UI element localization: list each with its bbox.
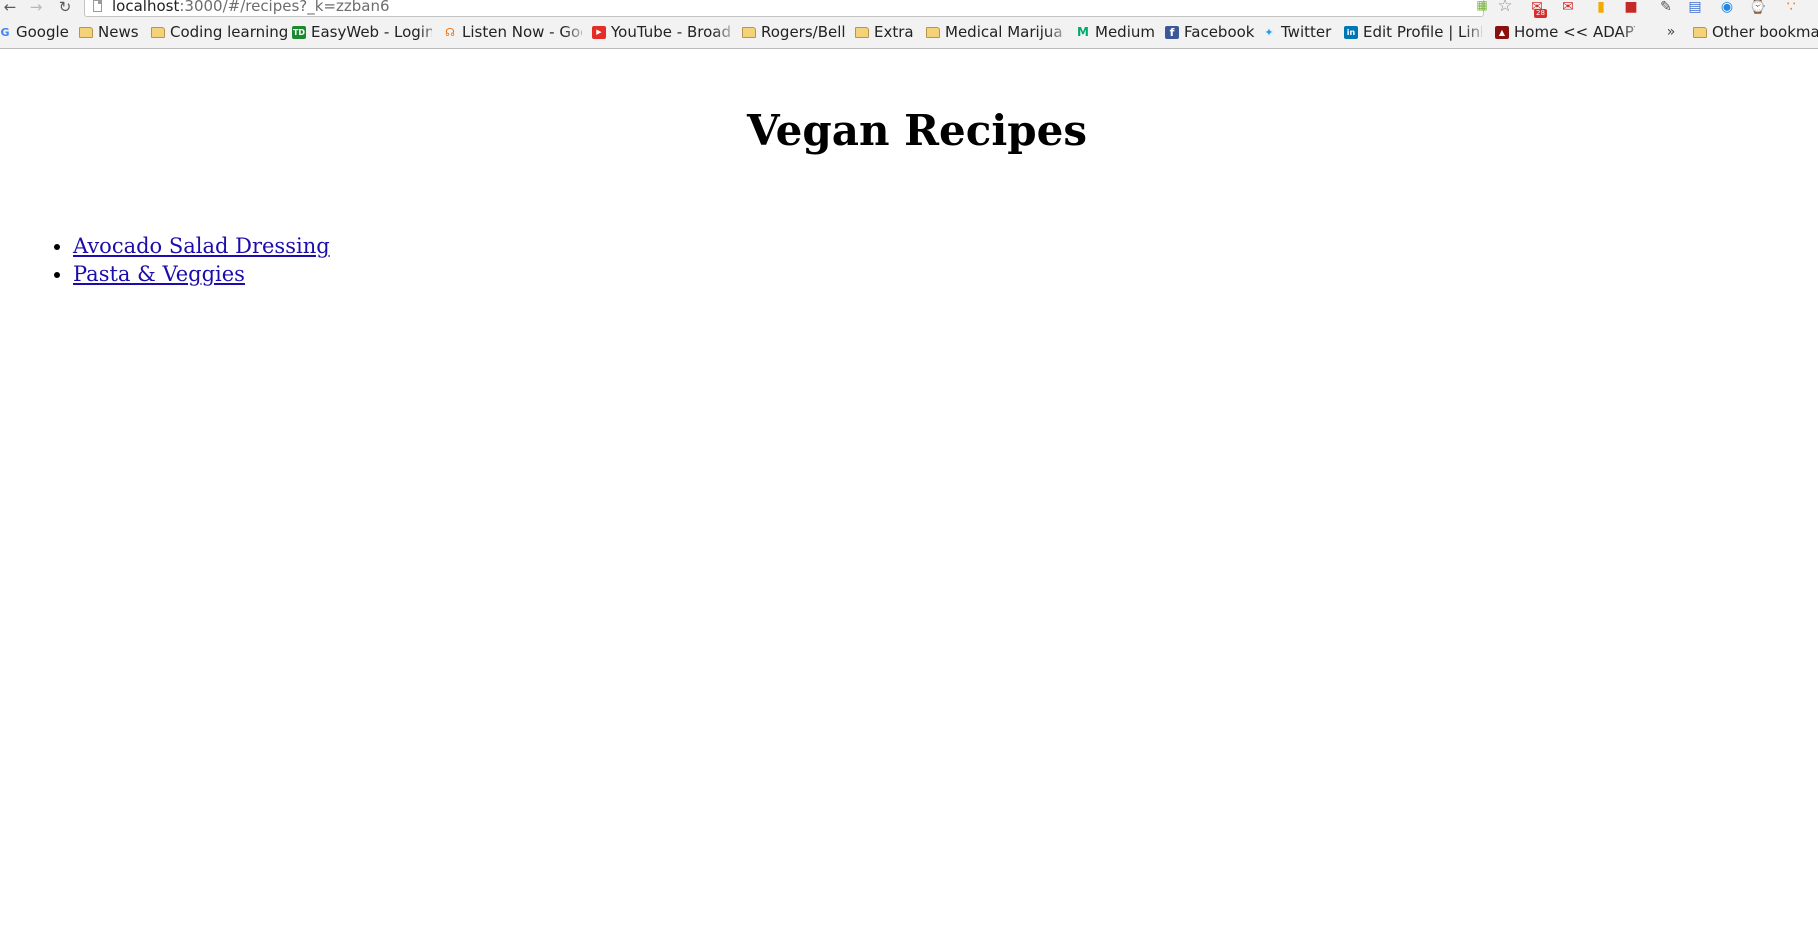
bookmark-youtube[interactable]: ▶ YouTube - Broadc: [592, 23, 731, 42]
forward-arrow-icon[interactable]: →: [26, 0, 46, 16]
bookmark-label: Extra: [874, 23, 914, 41]
bookmarks-overflow-button[interactable]: »: [1664, 23, 1678, 42]
bookmark-label: Edit Profile | Link: [1363, 23, 1482, 41]
recipe-link-pasta-veggies[interactable]: Pasta & Veggies: [73, 262, 245, 286]
folder-icon: [742, 27, 756, 38]
folder-icon: [79, 27, 93, 38]
folder-icon: [151, 27, 165, 38]
page-title: Vegan Recipes: [746, 106, 1088, 155]
url-host: localhost: [112, 0, 180, 15]
td-bank-icon: TD: [292, 26, 306, 39]
page-icon: [93, 0, 102, 12]
bookmark-folder-rogers-bell[interactable]: Rogers/Bell: [742, 23, 848, 42]
url-text[interactable]: localhost:3000/#/recipes?_k=zzban6: [112, 0, 390, 14]
bookmark-medium[interactable]: M Medium: [1076, 23, 1160, 42]
bookmark-folder-extra[interactable]: Extra: [855, 23, 917, 42]
twitter-icon: ✦: [1264, 26, 1274, 39]
bookmark-label: Facebook: [1184, 23, 1255, 41]
bookmark-red-icon[interactable]: ■: [1622, 0, 1640, 15]
facebook-icon: f: [1165, 26, 1179, 39]
reload-icon[interactable]: ↻: [55, 0, 75, 16]
camera-icon[interactable]: ◉: [1718, 0, 1736, 15]
bookmark-twitter[interactable]: ✦ Twitter: [1262, 23, 1344, 42]
google-icon: G: [0, 26, 10, 39]
feedly-icon[interactable]: ▮: [1592, 0, 1610, 15]
bookmark-folder-other-bookmarks[interactable]: Other bookmar: [1693, 23, 1818, 42]
back-arrow-icon[interactable]: ←: [0, 0, 20, 16]
url-path: :3000/#/recipes?_k=zzban6: [179, 0, 390, 15]
list-item: Pasta & Veggies: [73, 260, 330, 288]
bookmark-label: Rogers/Bell: [761, 23, 846, 41]
folder-icon: [926, 27, 940, 38]
timer-icon[interactable]: ⌚: [1749, 0, 1767, 15]
pencil-icon[interactable]: ✎: [1657, 0, 1675, 15]
medium-icon: M: [1077, 25, 1089, 39]
bookmark-folder-coding-learning[interactable]: Coding learning: [151, 23, 287, 42]
bookmark-folder-news[interactable]: News: [79, 23, 141, 42]
bookmark-star-icon[interactable]: ☆: [1497, 0, 1513, 15]
adapt-icon: ▲: [1495, 26, 1509, 39]
bookmark-label: Twitter: [1281, 23, 1332, 41]
bookmark-label: News: [98, 23, 139, 41]
bookmark-google[interactable]: G Google: [0, 23, 72, 42]
bookmark-facebook[interactable]: f Facebook: [1165, 23, 1256, 42]
bookmark-easyweb[interactable]: TD EasyWeb - Login t: [292, 23, 432, 42]
recipe-list: Avocado Salad Dressing Pasta & Veggies: [0, 232, 330, 288]
linkedin-icon: in: [1344, 26, 1358, 39]
folder-icon: [855, 27, 869, 38]
bookmark-folder-medical-marijuana[interactable]: Medical Marijuan: [926, 23, 1064, 42]
bookmark-label: YouTube - Broadc: [611, 23, 731, 41]
folder-icon: [1693, 27, 1707, 38]
bookmark-listen-now[interactable]: ☊ Listen Now - Goo: [443, 23, 582, 42]
bookmark-linkedin[interactable]: in Edit Profile | Link: [1344, 23, 1482, 42]
calendar-icon[interactable]: ▤: [1686, 0, 1704, 15]
address-bar[interactable]: localhost:3000/#/recipes?_k=zzban6 ▦: [84, 0, 1488, 17]
bookmark-label: Coding learning: [170, 23, 287, 41]
bookmark-label: Listen Now - Goo: [462, 23, 582, 41]
browser-toolbar: ← → ↻ localhost:3000/#/recipes?_k=zzban6…: [0, 0, 1818, 18]
headphones-icon: ☊: [445, 26, 455, 39]
recipe-link-avocado-salad-dressing[interactable]: Avocado Salad Dressing: [73, 234, 330, 258]
gmail-checker-icon[interactable]: ✉: [1559, 0, 1577, 15]
youtube-icon: ▶: [592, 26, 606, 39]
bookmark-label: Other bookmar: [1712, 23, 1818, 41]
bookmark-label: Medium: [1095, 23, 1155, 41]
gmail-icon[interactable]: ✉ 28: [1528, 0, 1547, 18]
gmail-badge: 28: [1534, 9, 1547, 18]
list-item: Avocado Salad Dressing: [73, 232, 330, 260]
bookmark-label: Medical Marijuan: [945, 23, 1064, 41]
bookmark-adapt[interactable]: ▲ Home << ADAPTI: [1495, 23, 1635, 42]
bookmark-label: EasyWeb - Login t: [311, 23, 432, 41]
page-action-icon[interactable]: ▦: [1474, 0, 1490, 13]
bookmark-label: Google: [16, 23, 69, 41]
bookmarks-bar: G Google News Coding learning TD EasyWeb…: [0, 18, 1818, 49]
bookmark-label: Home << ADAPTI: [1514, 23, 1635, 41]
rss-icon[interactable]: ∵: [1782, 0, 1800, 15]
